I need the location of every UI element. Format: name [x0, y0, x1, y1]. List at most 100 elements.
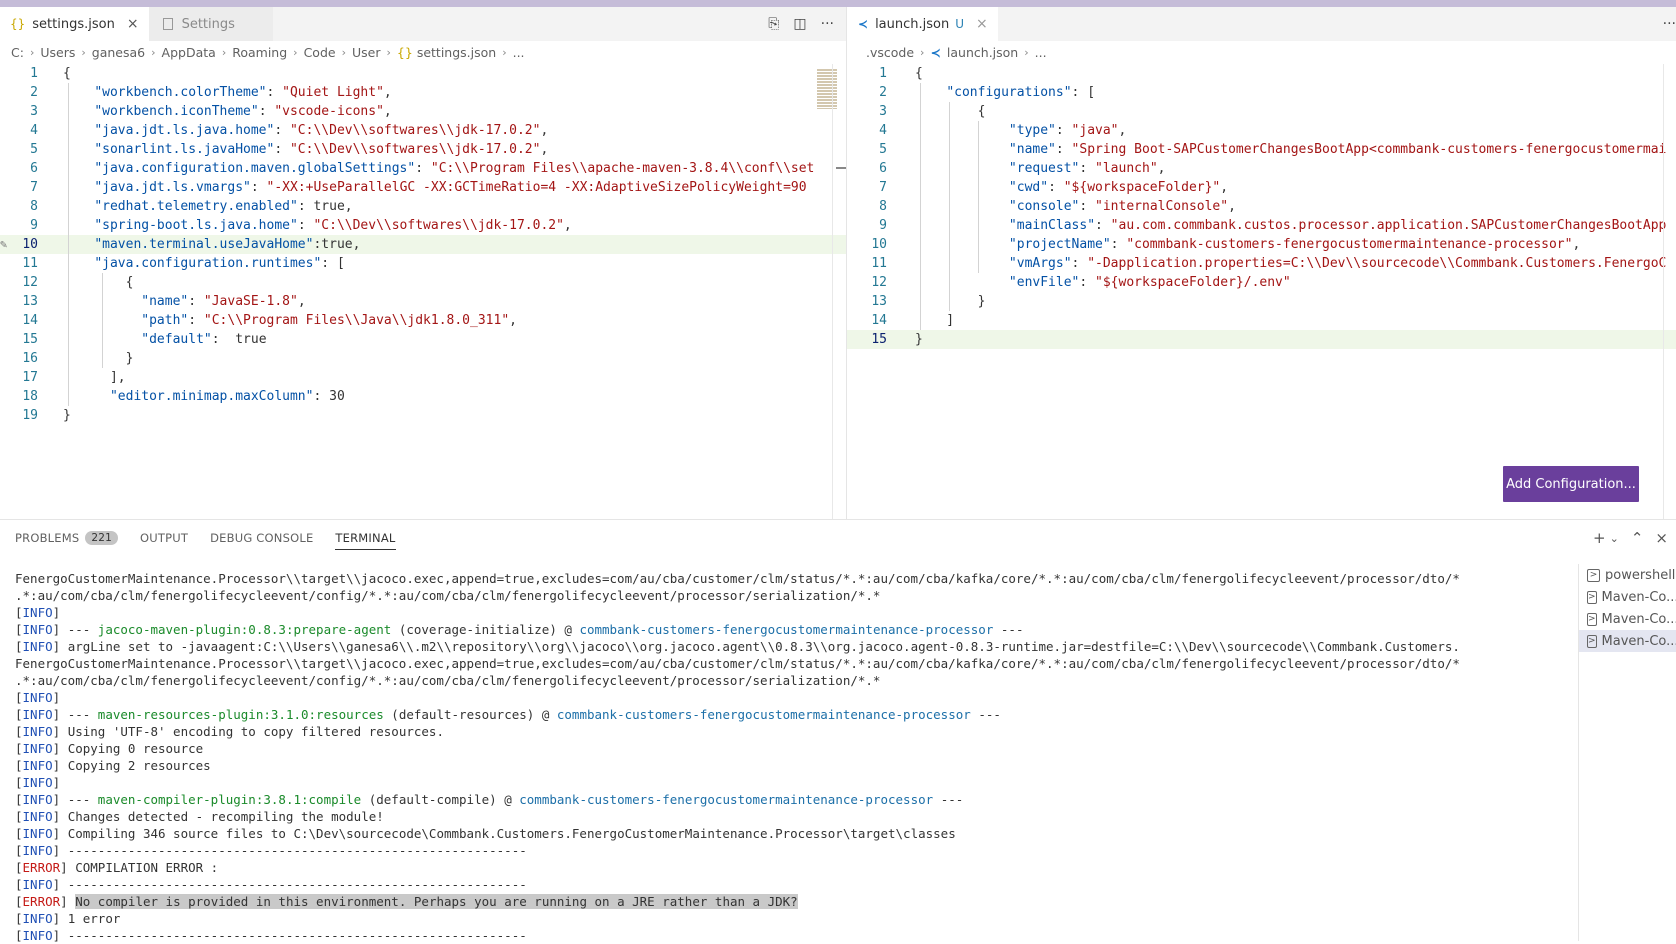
- code-line: 11 "java.configuration.runtimes": [: [0, 254, 846, 273]
- code-editor[interactable]: 1{2 "configurations": [3 {4 "type": "jav…: [847, 64, 1676, 519]
- terminal-icon: >: [1587, 612, 1597, 626]
- line-text: "workbench.iconTheme": "vscode-icons",: [94, 104, 392, 119]
- chevron-down-icon[interactable]: ⌄: [1610, 532, 1619, 545]
- line-text: }: [63, 408, 71, 423]
- chevron-right-icon: ›: [920, 45, 925, 59]
- close-icon[interactable]: ×: [127, 16, 139, 32]
- line-number: 9: [30, 218, 38, 233]
- more-actions-icon[interactable]: ···: [1663, 16, 1676, 32]
- vertical-scrollbar[interactable]: [1663, 64, 1676, 519]
- line-number: 13: [871, 294, 887, 309]
- tab-launch-json[interactable]: ≺ launch.json U ×: [847, 7, 998, 41]
- line-text: "java.jdt.ls.vmargs": "-XX:+UseParallelG…: [94, 180, 807, 195]
- chevron-right-icon: ›: [502, 45, 507, 59]
- code-line: 13 }: [847, 292, 1676, 311]
- line-number: 5: [879, 142, 887, 157]
- open-settings-ui-icon[interactable]: ⎘: [768, 16, 779, 32]
- code-line: 14 "path": "C:\\Program Files\\Java\\jdk…: [0, 311, 846, 330]
- indent-guide: [978, 121, 979, 273]
- breadcrumb-item[interactable]: settings.json: [417, 45, 496, 60]
- line-text: "spring-boot.ls.java.home": "C:\\Dev\\so…: [94, 218, 572, 233]
- line-number: 2: [30, 85, 38, 100]
- breadcrumb-item[interactable]: C:: [11, 45, 24, 60]
- indent-guide: [920, 83, 921, 330]
- chevron-right-icon: ›: [1024, 45, 1029, 59]
- chevron-right-icon: ›: [386, 45, 391, 59]
- indent-guide: [102, 273, 103, 368]
- maximize-panel-icon[interactable]: ⌃: [1631, 529, 1644, 547]
- tab-debug-console[interactable]: DEBUG CONSOLE: [210, 526, 313, 550]
- line-number: 7: [879, 180, 887, 195]
- new-terminal-icon[interactable]: +: [1593, 529, 1606, 547]
- terminal-output[interactable]: FenergoCustomerMaintenance.Processor\\ta…: [15, 570, 1575, 944]
- tab-settings-json[interactable]: {} settings.json ×: [0, 7, 149, 41]
- code-line: 18 "editor.minimap.maxColumn": 30: [0, 387, 846, 406]
- chevron-right-icon: ›: [221, 45, 227, 59]
- vertical-scrollbar[interactable]: [832, 64, 846, 519]
- tab-output[interactable]: OUTPUT: [140, 526, 188, 550]
- breadcrumb-item[interactable]: Users: [40, 45, 75, 60]
- tab-terminal[interactable]: TERMINAL: [335, 526, 396, 550]
- line-text: "maven.terminal.useJavaHome":true,: [94, 237, 361, 252]
- chevron-right-icon: ›: [151, 45, 156, 59]
- indent-guide: [68, 83, 69, 406]
- terminal-line: .*:au/com/cba/clm/fenergolifecycleevent/…: [15, 673, 881, 688]
- terminal-list: > powershell > Maven-Co... > Maven-Co... > Mave…: [1578, 564, 1676, 941]
- close-icon[interactable]: ×: [976, 16, 988, 32]
- code-line: 15 "default": true: [0, 330, 846, 349]
- code-line: 9 "spring-boot.ls.java.home": "C:\\Dev\\…: [0, 216, 846, 235]
- close-panel-icon[interactable]: ×: [1655, 529, 1668, 547]
- breadcrumb-item[interactable]: ganesa6: [92, 45, 145, 60]
- terminal-list-item[interactable]: > Maven-Co...: [1579, 608, 1676, 630]
- tab-label: launch.json: [875, 16, 950, 32]
- terminal-line: [ERROR] No compiler is provided in this …: [15, 894, 798, 909]
- line-text: "mainClass": "au.com.commbank.custos.pro…: [1008, 218, 1667, 233]
- breadcrumb-item[interactable]: .vscode: [866, 45, 914, 60]
- breadcrumb-item[interactable]: launch.json: [947, 45, 1018, 60]
- terminal-line: [INFO] Copying 0 resource: [15, 741, 204, 756]
- code-line: 14 ]: [847, 311, 1676, 330]
- add-configuration-button[interactable]: Add Configuration...: [1503, 466, 1639, 502]
- line-text: {: [915, 104, 986, 119]
- terminal-list-item[interactable]: > powershell: [1579, 564, 1676, 586]
- line-text: "java.jdt.ls.java.home": "C:\\Dev\\softw…: [94, 123, 549, 138]
- line-number: 12: [871, 275, 887, 290]
- file-type-icon: ≺: [930, 44, 941, 60]
- line-text: "redhat.telemetry.enabled": true,: [94, 199, 353, 214]
- breadcrumb-item[interactable]: ...: [513, 45, 525, 60]
- line-text: "name": "JavaSE-1.8",: [141, 294, 306, 309]
- breadcrumb-item[interactable]: Roaming: [232, 45, 287, 60]
- tab-bar-right: ≺ launch.json U × ···: [847, 7, 1676, 41]
- terminal-line: [ERROR] COMPILATION ERROR :: [15, 860, 219, 875]
- breadcrumb-item[interactable]: Code: [304, 45, 336, 60]
- tab-label: DEBUG CONSOLE: [210, 531, 314, 545]
- code-line: 9 "mainClass": "au.com.commbank.custos.p…: [847, 216, 1676, 235]
- terminal-line: [INFO]: [15, 775, 61, 790]
- more-actions-icon[interactable]: ···: [821, 16, 834, 32]
- tab-problems[interactable]: PROBLEMS 221: [15, 526, 119, 550]
- terminal-line: [INFO] ---------------------------------…: [15, 877, 527, 892]
- panel-tabs: PROBLEMS 221 OUTPUT DEBUG CONSOLE TERMIN…: [0, 520, 1676, 556]
- breadcrumb-item[interactable]: AppData: [162, 45, 216, 60]
- problems-count-badge: 221: [85, 531, 119, 545]
- code-line: 3 {: [847, 102, 1676, 121]
- breadcrumb-item[interactable]: User: [352, 45, 381, 60]
- code-editor[interactable]: 1{2 "workbench.colorTheme": "Quiet Light…: [0, 64, 846, 519]
- tab-settings-ui[interactable]: Settings: [148, 7, 274, 41]
- line-text: "vmArgs": "-Dapplication.properties=C:\\…: [1008, 256, 1667, 271]
- code-line: 6 "java.configuration.maven.globalSettin…: [0, 159, 846, 178]
- split-editor-icon[interactable]: ◫: [793, 16, 806, 32]
- code-line: 10 "projectName": "commbank-customers-fe…: [847, 235, 1676, 254]
- terminal-list-item[interactable]: > Maven-Co...: [1579, 586, 1676, 608]
- terminal-line: [INFO] --- maven-resources-plugin:3.1.0:…: [15, 707, 1001, 722]
- line-text: "request": "launch",: [1008, 161, 1166, 176]
- line-number: 8: [879, 199, 887, 214]
- terminal-list-item[interactable]: > Maven-Co...: [1579, 630, 1676, 652]
- chevron-right-icon: ›: [341, 45, 346, 59]
- breadcrumb-item[interactable]: ...: [1035, 45, 1047, 60]
- line-text: "projectName": "commbank-customers-fener…: [1008, 237, 1581, 252]
- untracked-badge: U: [955, 17, 965, 31]
- code-line: 2 "configurations": [: [847, 83, 1676, 102]
- line-number: 6: [30, 161, 38, 176]
- line-text: "cwd": "${workspaceFolder}",: [1008, 180, 1229, 195]
